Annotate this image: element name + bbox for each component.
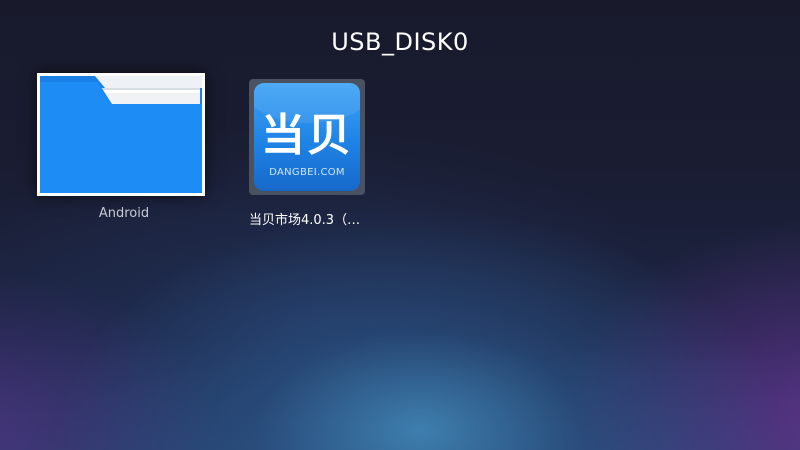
app-logo-subtext: DANGBEI.COM bbox=[269, 167, 345, 178]
app-item-dangbei[interactable]: 当贝 DANGBEI.COM 当贝市场4.0.3（电… bbox=[249, 79, 367, 228]
folder-thumbnail bbox=[37, 73, 205, 196]
dangbei-app-icon: 当贝 DANGBEI.COM bbox=[254, 83, 360, 191]
app-logo-text: 当贝 bbox=[261, 110, 353, 161]
app-thumbnail: 当贝 DANGBEI.COM bbox=[249, 79, 365, 195]
folder-icon bbox=[40, 76, 202, 193]
folder-item-android[interactable]: Android bbox=[37, 73, 211, 221]
file-grid: Android 当贝 DANGBEI.COM 当贝市场4.0.3（电… bbox=[0, 0, 800, 450]
folder-label: Android bbox=[98, 206, 150, 221]
app-label: 当贝市场4.0.3（电… bbox=[249, 213, 367, 228]
